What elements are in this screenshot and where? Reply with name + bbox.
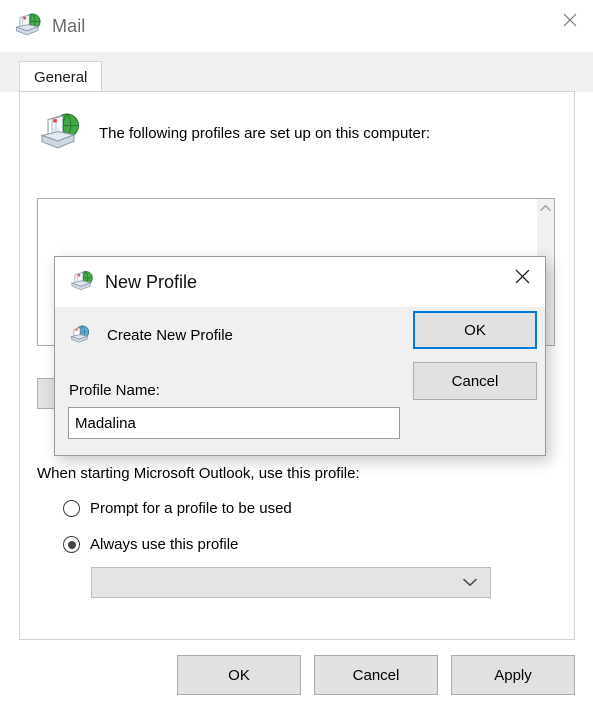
apply-button-label: Apply — [494, 666, 532, 684]
new-profile-dialog: New Profile Create New Profile Profile N… — [54, 256, 546, 456]
radio-always-indicator[interactable] — [63, 536, 80, 553]
radio-prompt-for-profile[interactable]: Prompt for a profile to be used — [63, 500, 292, 517]
radio-prompt-label: Prompt for a profile to be used — [90, 500, 292, 517]
profiles-header-text: The following profiles are set up on thi… — [99, 124, 431, 142]
mail-profile-icon — [12, 11, 42, 41]
cancel-button[interactable]: Cancel — [314, 655, 438, 695]
profile-name-value: Madalina — [75, 414, 136, 432]
create-new-profile-label: Create New Profile — [107, 326, 233, 344]
profile-name-label: Profile Name: — [69, 382, 160, 399]
new-profile-title: New Profile — [105, 271, 198, 292]
ok-button[interactable]: OK — [177, 655, 301, 695]
mail-profile-icon — [68, 269, 94, 295]
new-profile-ok-label: OK — [464, 321, 486, 339]
new-profile-body: Create New Profile Profile Name: Madalin… — [55, 307, 545, 455]
cancel-button-label: Cancel — [352, 666, 400, 684]
dialog-buttons: OK Cancel Apply — [0, 655, 593, 695]
chevron-down-icon[interactable] — [463, 578, 477, 587]
profile-name-input[interactable]: Madalina — [68, 407, 400, 439]
chevron-up-icon[interactable] — [537, 199, 554, 216]
window-title: Mail — [52, 15, 86, 36]
ok-button-label: OK — [228, 666, 250, 684]
create-new-profile-row: Create New Profile — [69, 324, 233, 346]
close-icon[interactable] — [546, 0, 593, 40]
close-icon[interactable] — [499, 257, 545, 295]
tab-general[interactable]: General — [19, 61, 103, 92]
profiles-header: The following profiles are set up on thi… — [37, 111, 430, 155]
mail-profiles-icon — [37, 111, 81, 155]
new-profile-small-icon — [69, 324, 91, 346]
window-titlebar: Mail — [0, 0, 593, 52]
tab-general-label: General — [34, 68, 88, 86]
new-profile-cancel-label: Cancel — [451, 372, 499, 390]
radio-always-use-profile[interactable]: Always use this profile — [63, 536, 238, 553]
apply-button[interactable]: Apply — [451, 655, 575, 695]
new-profile-cancel-button[interactable]: Cancel — [413, 362, 537, 400]
radio-always-label: Always use this profile — [90, 536, 239, 553]
tab-strip: General — [0, 52, 593, 92]
new-profile-ok-button[interactable]: OK — [413, 311, 537, 349]
radio-prompt-indicator[interactable] — [63, 500, 80, 517]
default-profile-dropdown[interactable] — [91, 567, 491, 598]
new-profile-titlebar: New Profile — [55, 257, 545, 307]
startup-profile-label: When starting Microsoft Outlook, use thi… — [37, 465, 360, 482]
